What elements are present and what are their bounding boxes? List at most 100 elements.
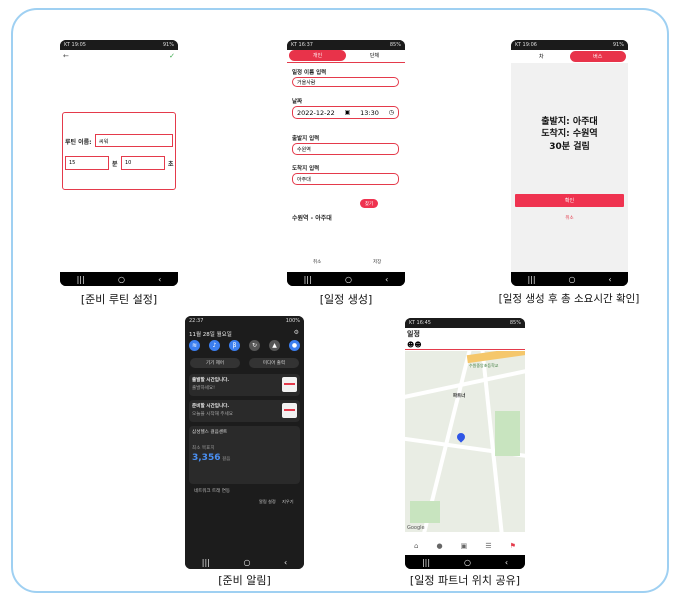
transport-tabs: 차 버스 (513, 51, 626, 62)
caption-routine: [준비 루틴 설정] (80, 293, 158, 306)
arrival-label: 도착지 입력 (292, 166, 320, 172)
back-icon[interactable]: ‹ (158, 275, 161, 284)
map-park (495, 411, 520, 456)
status-time: KT 16:37 (291, 42, 313, 48)
clock-icon[interactable]: ◷ (389, 109, 394, 116)
phone-location: KT 16:45 85% 일정 ☻☻ 수원중앙초등학교 파트너 Google ⌂… (405, 318, 525, 569)
settings-icon[interactable]: ⚙ (294, 329, 299, 336)
wifi-icon[interactable]: ≋ (189, 340, 200, 351)
home-tab-icon[interactable]: ⌂ (414, 542, 418, 550)
flashlight-icon[interactable]: ▲ (269, 340, 280, 351)
status-bar: 22:37 100% (185, 316, 304, 326)
check-icon[interactable]: ✓ (169, 52, 175, 60)
status-bar: KT 16:37 85% (287, 40, 405, 50)
notification-prepare[interactable]: 준비할 시간입니다. 오늘을 시작해 주세요 (189, 400, 300, 422)
map-partner-label: 파트너 (453, 394, 466, 399)
home-icon[interactable]: ○ (464, 558, 471, 567)
departure-label: 출발지 입력 (292, 136, 320, 142)
notification-health[interactable]: 삼성헬스 걸음센트 최소 목표치 3,356 걸음 (189, 426, 300, 484)
home-icon[interactable]: ○ (345, 275, 352, 284)
health-title: 삼성헬스 걸음센트 (192, 430, 228, 435)
cancel-button[interactable]: 취소 (313, 259, 321, 265)
map-view[interactable]: 수원중앙초등학교 파트너 Google (405, 351, 525, 532)
seconds-input[interactable]: 10 (121, 156, 165, 170)
map-highway (466, 351, 525, 364)
back-icon[interactable]: ‹ (505, 558, 508, 567)
map-park (410, 501, 440, 523)
location-icon[interactable]: ● (289, 340, 300, 351)
cancel-button[interactable]: 취소 (511, 215, 628, 221)
nav-bar: ||| ○ ‹ (511, 272, 628, 286)
recent-apps-icon[interactable]: ||| (527, 275, 535, 284)
recent-apps-icon[interactable]: ||| (202, 558, 210, 567)
caption-share: [일정 파트너 위치 공유] (409, 574, 521, 587)
back-icon[interactable]: ‹ (385, 275, 388, 284)
nav-bar: ||| ○ ‹ (405, 555, 525, 569)
people-tab-icon[interactable]: ● (437, 542, 443, 550)
phone-alarm: 22:37 100% 11월 28일 월요일 ⚙ ≋ ♪ β ↻ ▲ ● 기기 … (185, 316, 304, 569)
recent-apps-icon[interactable]: ||| (77, 275, 85, 284)
recent-apps-icon[interactable]: ||| (422, 558, 430, 567)
divider (405, 349, 525, 350)
notification-departure[interactable]: 출발할 시간입니다. 출발하세요! (189, 374, 300, 396)
confirm-button[interactable]: 확인 (515, 194, 624, 207)
routine-name-value: 씨워 (99, 139, 109, 145)
misc-row[interactable]: 네트워크 트래 연동 (194, 488, 230, 494)
map-place-top: 수원중앙초등학교 (469, 363, 499, 368)
save-button[interactable]: 저장 (373, 259, 381, 265)
calendar-tab-icon[interactable]: ▣ (461, 542, 468, 550)
seconds-unit: 초 (168, 161, 174, 168)
seconds-value: 10 (125, 160, 132, 166)
steps-label: 최소 목표치 (192, 446, 215, 451)
caption-alarm: [준비 알림] (218, 574, 271, 587)
tab-bus[interactable]: 버스 (569, 51, 626, 62)
bluetooth-icon[interactable]: β (229, 340, 240, 351)
clear-all-link[interactable]: 지우기 (282, 499, 294, 505)
date-value: 2022-12-22 (297, 108, 335, 117)
minutes-input[interactable]: 15 (65, 156, 109, 170)
media-output-button[interactable]: 미디어 출력 (249, 358, 299, 368)
schedule-type-tabs: 개인 단체 (289, 50, 403, 61)
battery-level: 85% (509, 320, 521, 326)
divider (287, 62, 405, 63)
back-icon[interactable]: ‹ (608, 275, 611, 284)
status-bar: KT 16:45 85% (405, 318, 525, 328)
tab-group[interactable]: 단체 (346, 50, 403, 61)
minutes-value: 15 (69, 160, 76, 166)
routine-name-input[interactable]: 씨워 (95, 134, 173, 147)
back-icon[interactable]: ‹ (284, 558, 287, 567)
rotate-icon[interactable]: ↻ (249, 340, 260, 351)
recent-apps-icon[interactable]: ||| (304, 275, 312, 284)
tab-car[interactable]: 차 (513, 51, 570, 62)
home-icon[interactable]: ○ (243, 558, 250, 567)
steps-unit: 걸음 (221, 457, 231, 462)
name-value: 거을사람 (297, 79, 316, 86)
sound-icon[interactable]: ♪ (209, 340, 220, 351)
name-label: 일정 이름 입력 (292, 70, 327, 76)
phone-routine: KT 19:05 91% ← ✓ 루틴 이름: 씨워 15 분 10 초 |||… (60, 40, 178, 286)
quick-settings: ≋ ♪ β ↻ ▲ ● (189, 340, 300, 351)
map-tab-icon[interactable]: ⚑ (510, 542, 516, 550)
departure-input[interactable]: 수원역 (292, 143, 399, 155)
battery-level: 91% (612, 42, 624, 48)
home-icon[interactable]: ○ (568, 275, 575, 284)
arrival-text: 도착지: 수원역 (541, 129, 598, 139)
avatar-icon[interactable]: ☻ (414, 341, 421, 349)
tab-personal[interactable]: 개인 (289, 50, 346, 61)
calendar-icon[interactable]: ▣ (345, 109, 351, 116)
battery-level: 100% (285, 318, 300, 324)
result-panel: 출발지: 아주대 도착지: 수원역 30분 걸림 확인 취소 (511, 63, 628, 272)
notification-settings-link[interactable]: 알림 설정 (259, 499, 276, 505)
search-button[interactable]: 찾기 (360, 199, 378, 208)
home-icon[interactable]: ○ (118, 275, 125, 284)
location-pin-icon[interactable] (455, 431, 467, 443)
arrival-input[interactable]: 아주대 (292, 173, 399, 185)
list-tab-icon[interactable]: ☰ (485, 542, 491, 550)
datetime-input[interactable]: 2022-12-22 ▣ 13:30 ◷ (292, 106, 399, 119)
google-logo: Google (407, 525, 425, 531)
back-arrow-icon[interactable]: ← (63, 52, 69, 60)
partner-avatars: ☻☻ (407, 341, 422, 349)
device-control-button[interactable]: 기기 제어 (190, 358, 240, 368)
routine-form: 루틴 이름: 씨워 15 분 10 초 (62, 112, 176, 190)
name-input[interactable]: 거을사람 (292, 77, 399, 87)
